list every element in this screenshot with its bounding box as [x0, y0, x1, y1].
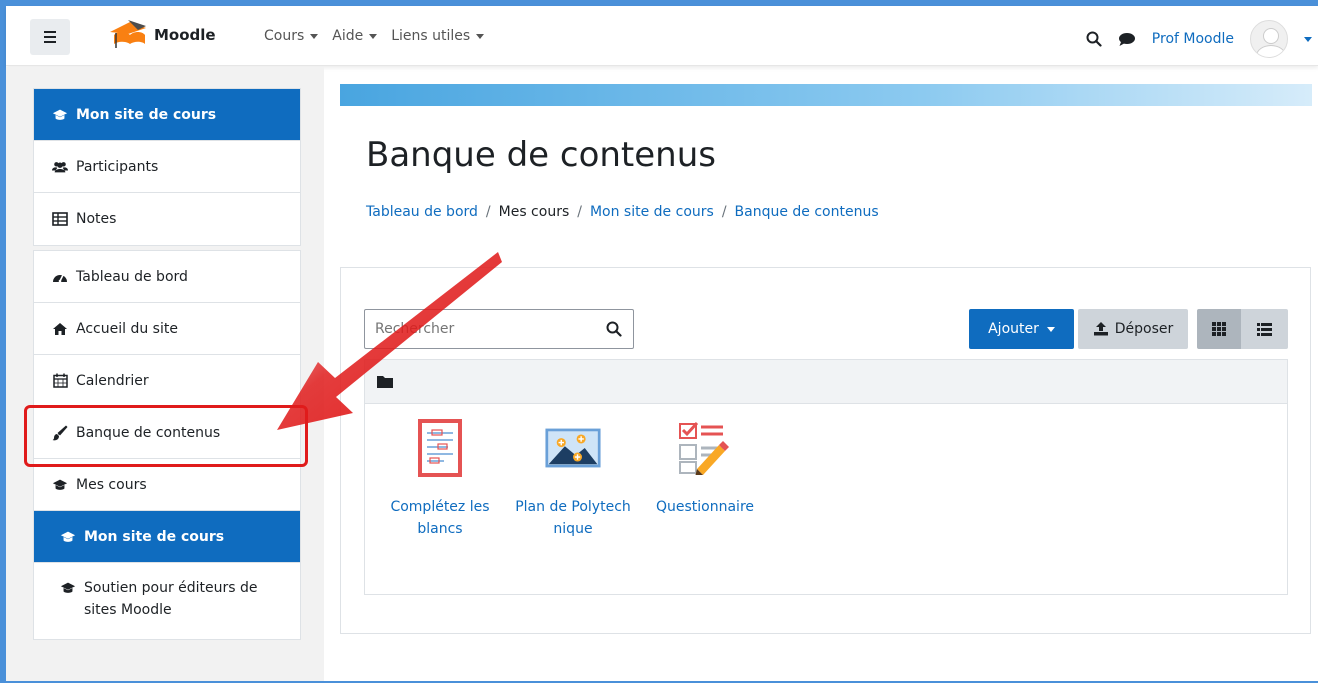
drawer-item-label: Mes cours	[76, 476, 147, 493]
search-field[interactable]	[364, 309, 634, 349]
grid-view-icon	[1212, 322, 1226, 336]
caret-down-icon	[1046, 326, 1055, 332]
moodle-logo-icon	[110, 20, 146, 48]
annotation-highlight-box	[24, 405, 308, 467]
upload-button[interactable]: Déposer	[1078, 309, 1188, 349]
list-view-icon	[1257, 322, 1272, 336]
folder-header	[365, 360, 1287, 404]
menu-liens-utiles[interactable]: Liens utiles	[391, 28, 485, 44]
file-name: Questionnaire	[655, 499, 755, 515]
course-banner	[340, 84, 1312, 106]
menu-cours-label: Cours	[264, 28, 305, 44]
file-item-plan-de-polytechnique[interactable]: Plan de Polytechnique	[513, 418, 633, 540]
breadcrumb-mon-site-de-cours[interactable]: Mon site de cours	[590, 204, 714, 220]
drawer-item-accueil-du-site[interactable]: Accueil du site	[34, 303, 300, 355]
drawer-item-tableau-de-bord[interactable]: Tableau de bord	[34, 251, 300, 303]
top-navbar: Moodle Cours Aide Liens utiles Prof Mood…	[6, 6, 1318, 66]
add-button-label: Ajouter	[988, 321, 1039, 337]
hamburger-icon	[44, 30, 56, 45]
upload-button-label: Déposer	[1114, 321, 1174, 337]
home-icon	[52, 321, 68, 337]
graduation-cap-icon	[52, 107, 68, 123]
file-item-completez-les-blancs[interactable]: Complétez les blancs	[380, 418, 500, 540]
drawer-item-label: Tableau de bord	[76, 268, 188, 285]
file-item-questionnaire[interactable]: Questionnaire	[645, 418, 765, 518]
drawer-item-label: Mon site de cours	[84, 528, 225, 545]
table-icon	[52, 211, 68, 227]
add-button[interactable]: Ajouter	[969, 309, 1074, 349]
user-menu-caret-icon[interactable]	[1304, 36, 1312, 42]
navbar-right: Prof Moodle	[1086, 20, 1312, 58]
file-name: Complétez les blancs	[390, 499, 490, 537]
menu-liens-utiles-label: Liens utiles	[391, 28, 471, 44]
breadcrumb-separator: /	[721, 204, 727, 220]
drawer-item-label: Soutien pour éditeurs de sites Moodle	[84, 580, 258, 618]
drawer-item-mon-site-de-cours[interactable]: Mon site de cours	[34, 89, 300, 141]
drawer-item-soutien[interactable]: Soutien pour éditeurs de sites Moodle	[34, 563, 300, 639]
search-icon[interactable]	[1086, 31, 1102, 47]
breadcrumb: Tableau de bord / Mes cours / Mon site d…	[366, 204, 879, 220]
fill-blanks-icon	[412, 418, 468, 478]
search-icon[interactable]	[605, 320, 623, 338]
drawer-item-label: Accueil du site	[76, 320, 178, 337]
main-menu: Cours Aide Liens utiles	[264, 28, 485, 44]
drawer-course-group: Mon site de cours Participants Notes	[33, 88, 301, 246]
list-view-button[interactable]	[1241, 309, 1288, 349]
drawer-item-label: Notes	[76, 211, 117, 227]
image-hotspots-icon	[545, 418, 601, 478]
breadcrumb-separator: /	[577, 204, 582, 220]
drawer-item-calendrier[interactable]: Calendrier	[34, 355, 300, 407]
nav-drawer: Mon site de cours Participants Notes Tab…	[6, 67, 324, 681]
drawer-toggle-button[interactable]	[30, 19, 70, 55]
caret-down-icon	[369, 33, 378, 39]
breadcrumb-separator: /	[485, 204, 491, 220]
tachometer-icon	[52, 269, 68, 285]
breadcrumb-tableau-de-bord[interactable]: Tableau de bord	[366, 204, 478, 220]
menu-cours[interactable]: Cours	[264, 28, 319, 44]
questionnaire-icon	[677, 418, 733, 478]
menu-aide[interactable]: Aide	[332, 28, 378, 44]
caret-down-icon	[310, 33, 319, 39]
brand-name: Moodle	[154, 26, 216, 44]
breadcrumb-banque-de-contenus[interactable]: Banque de contenus	[735, 204, 879, 220]
messages-icon[interactable]	[1118, 31, 1136, 47]
folder-icon[interactable]	[377, 375, 393, 388]
graduation-cap-icon	[52, 477, 68, 493]
drawer-item-mon-site-de-cours-2[interactable]: Mon site de cours	[34, 511, 300, 563]
search-input[interactable]	[375, 321, 605, 337]
graduation-cap-icon	[60, 580, 76, 596]
caret-down-icon	[476, 33, 485, 39]
drawer-item-notes[interactable]: Notes	[34, 193, 300, 245]
site-brand[interactable]: Moodle	[108, 18, 216, 52]
drawer-item-label: Calendrier	[76, 372, 149, 389]
drawer-item-participants[interactable]: Participants	[34, 141, 300, 193]
grid-view-button[interactable]	[1197, 309, 1241, 349]
file-name: Plan de Polytechnique	[515, 499, 631, 537]
users-icon	[52, 159, 68, 175]
upload-icon	[1093, 322, 1108, 336]
drawer-item-label: Mon site de cours	[76, 106, 217, 123]
graduation-cap-icon	[60, 529, 76, 545]
calendar-icon	[52, 373, 68, 389]
menu-aide-label: Aide	[332, 28, 364, 44]
page-title: Banque de contenus	[366, 135, 716, 175]
avatar[interactable]	[1250, 20, 1288, 58]
content-bank-card: Ajouter Déposer	[340, 267, 1311, 634]
user-menu-name[interactable]: Prof Moodle	[1152, 31, 1234, 47]
drawer-item-label: Participants	[76, 158, 159, 175]
breadcrumb-mes-cours: Mes cours	[498, 204, 570, 220]
file-browser: Complétez les blancs Plan de Polytechniq…	[364, 359, 1288, 595]
